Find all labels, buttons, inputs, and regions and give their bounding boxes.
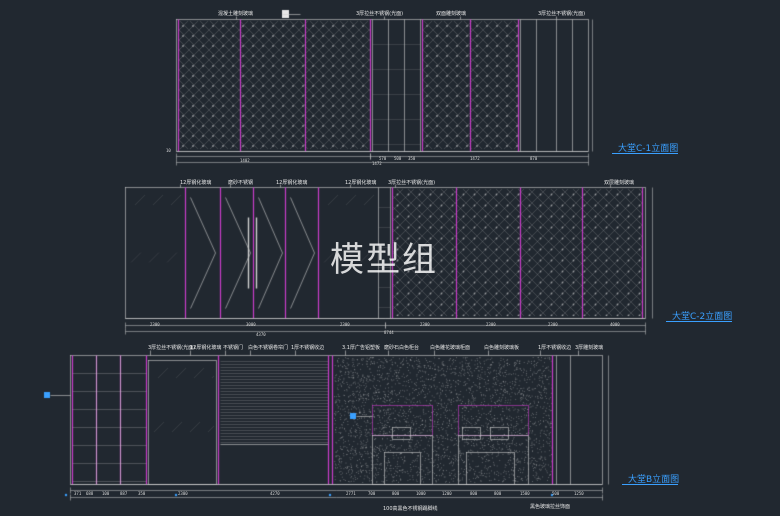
- b-dim-17: 1250: [574, 491, 584, 496]
- b-annotation-1: 3厚拉丝不锈钢(光面): [148, 345, 196, 351]
- c1-dim-5: 500: [394, 156, 402, 161]
- b-dim-3: 100: [102, 491, 110, 496]
- c1-dim-7: 870: [530, 156, 538, 161]
- b-annotation-2: 12厚钢化玻璃: [190, 345, 222, 351]
- c2-title-underline: [666, 321, 732, 322]
- b-dim-2: 688: [86, 491, 94, 496]
- c2-dim-7: 4000: [610, 322, 620, 327]
- b-dim-11: 1000: [416, 491, 426, 496]
- c1-dim-9: 1472: [470, 156, 480, 161]
- c2-dim-3: 2300: [340, 322, 350, 327]
- c1-dim-1: 1402: [240, 158, 250, 163]
- c2-annotation-5: 3厚拉丝不锈钢(光面): [388, 180, 436, 186]
- b-annotation-9: 白色雕刻玻璃板: [484, 345, 520, 351]
- c2-dim-2: 3000: [246, 322, 256, 327]
- b-dim-6: 2300: [178, 491, 188, 496]
- c2-annotation-3: 12厚钢化玻璃: [276, 180, 308, 186]
- b-annotation-3: 不锈钢门: [223, 345, 244, 351]
- b-dim-14: 800: [494, 491, 502, 496]
- c1-annotation-4: 3厚拉丝不锈钢(光面): [538, 11, 586, 17]
- b-annotation-5: 1厚不锈钢收边: [291, 345, 325, 351]
- b-dim-1: 371: [74, 491, 82, 496]
- c2-dim-4: 2300: [420, 322, 430, 327]
- c2-annotation-4: 12厚钢化玻璃: [345, 180, 377, 186]
- b-annotation-12: 100高黑色不锈钢踢脚线: [383, 506, 438, 512]
- c1-dim-10: 10: [166, 148, 171, 153]
- b-dim-4: 887: [120, 491, 128, 496]
- b-dim-15: 1580: [520, 491, 530, 496]
- b-annotation-6: 3.1厚广告铝塑板: [342, 345, 380, 351]
- c1-annotation-2: 3厚拉丝不锈钢(光面): [356, 11, 404, 17]
- b-annotation-8: 白色雕花玻璃柜面: [430, 345, 471, 351]
- b-dim-9: 700: [368, 491, 376, 496]
- b-dim-5: 350: [138, 491, 146, 496]
- b-annotation-10: 1厚不锈钢收边: [538, 345, 572, 351]
- c1-annotation-3: 双面雕刻玻璃: [436, 11, 467, 17]
- b-dim-13: 800: [470, 491, 478, 496]
- c1-title-underline: [612, 153, 678, 154]
- c2-annotation-2: 磨砂不锈钢: [228, 180, 254, 186]
- c2-dim-9: 4370: [256, 332, 266, 337]
- c1-annotation-1: 混凝土雕刻玻璃: [218, 11, 254, 17]
- c1-dim-3: 1472: [372, 161, 382, 166]
- c2-dim-1: 2300: [150, 322, 160, 327]
- b-annotation-7: 磨砂石白色柜台: [384, 345, 420, 351]
- b-dim-12: 1200: [442, 491, 452, 496]
- c2-dim-5: 2300: [486, 322, 496, 327]
- c2-dim-6: 2300: [548, 322, 558, 327]
- c2-annotation-1: 12厚钢化玻璃: [180, 180, 212, 186]
- c1-dim-6: 350: [408, 156, 416, 161]
- b-dim-8: 2771: [346, 491, 356, 496]
- b-annotation-11: 3厚雕刻玻璃: [575, 345, 604, 351]
- watermark: 模型组: [330, 240, 438, 280]
- b-dim-16: 500: [552, 491, 560, 496]
- c2-annotation-6: 双层雕刻玻璃: [604, 180, 635, 186]
- b-annotation-13: 黑色玻璃拉丝饰面: [530, 504, 571, 510]
- b-annotation-4: 白色不锈钢卷帘门: [248, 345, 289, 351]
- b-dim-7: 4270: [270, 491, 280, 496]
- b-dim-10: 800: [392, 491, 400, 496]
- b-title-underline: [622, 484, 678, 485]
- c2-dim-8: 8744: [384, 330, 394, 335]
- c1-dim-4: 570: [379, 156, 387, 161]
